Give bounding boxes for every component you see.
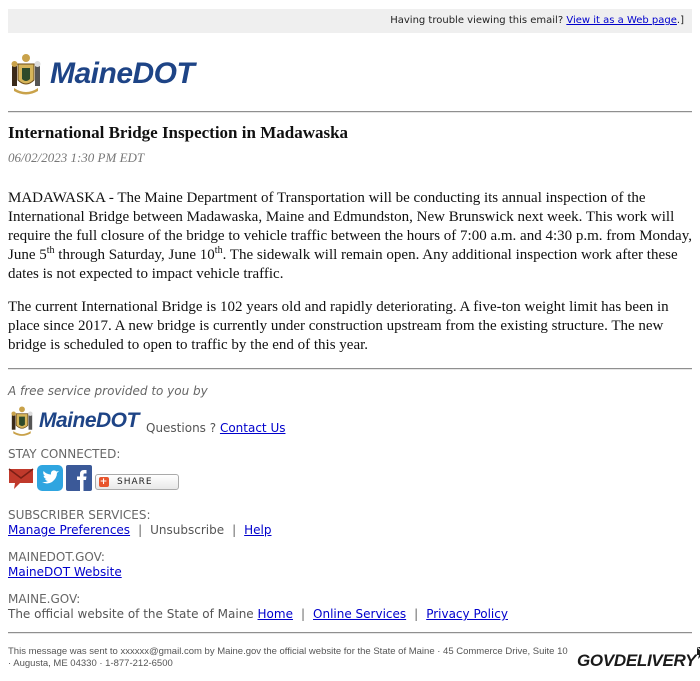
mainedot-wordmark: MaineDOT — [39, 409, 139, 432]
contact-us-link[interactable]: Contact Us — [220, 421, 286, 435]
questions-line: Questions ? Contact Us — [146, 421, 285, 435]
subscriber-services-label: SUBSCRIBER SERVICES: — [8, 508, 151, 522]
govdelivery-wordmark: GOVDELIVERY — [577, 651, 697, 670]
p1-superscript: th — [214, 245, 223, 256]
separator: | — [300, 607, 306, 621]
article-paragraph-2: The current International Bridge is 102 … — [8, 299, 669, 353]
unsubscribe-text[interactable]: Unsubscribe — [150, 523, 224, 537]
help-link[interactable]: Help — [244, 523, 271, 537]
questions-label: Questions ? — [146, 421, 217, 435]
maine-seal-icon — [8, 52, 44, 96]
article-date: 06/02/2023 1:30 PM EDT — [8, 150, 145, 165]
privacy-policy-link[interactable]: Privacy Policy — [426, 607, 508, 621]
trouble-viewing-notice: Having trouble viewing this email? View … — [390, 15, 684, 26]
facebook-icon[interactable] — [66, 465, 92, 491]
email-icon[interactable] — [8, 465, 34, 491]
mainedot-wordmark: MaineDOT — [50, 57, 195, 90]
maine-gov-label: MAINE.GOV: — [8, 592, 81, 606]
trouble-text: Having trouble viewing this email? — [390, 15, 564, 26]
manage-preferences-link[interactable]: Manage Preferences — [8, 523, 130, 537]
stay-connected-label: STAY CONNECTED: — [8, 447, 121, 461]
online-services-link[interactable]: Online Services — [313, 607, 406, 621]
plus-icon: + — [99, 477, 109, 487]
top-bar: Having trouble viewing this email? View … — [8, 9, 692, 33]
share-button[interactable]: + SHARE — [95, 474, 179, 490]
maine-seal-icon — [8, 405, 36, 437]
article-paragraph-1: MADAWASKA - The Maine Department of Tran… — [8, 189, 696, 284]
mainedot-header-logo[interactable]: MaineDOT — [8, 52, 195, 96]
divider — [8, 632, 692, 634]
p1-text-b: through Saturday, June 10 — [54, 247, 215, 263]
footer-mainedot-logo[interactable]: MaineDOT — [8, 405, 139, 437]
view-web-page-link[interactable]: View it as a Web page — [566, 15, 677, 26]
share-label: SHARE — [117, 477, 153, 487]
mainedot-website-link[interactable]: MaineDOT Website — [8, 565, 122, 579]
divider — [8, 111, 692, 113]
social-links: + SHARE — [8, 465, 179, 491]
trailing-bracket: .] — [676, 15, 684, 26]
mainedot-website-row: MaineDOT Website — [8, 565, 122, 579]
official-website-text: The official website of the State of Mai… — [8, 607, 254, 621]
sender-info: This message was sent to xxxxxx@gmail.co… — [8, 646, 568, 669]
separator: | — [138, 523, 143, 537]
home-link[interactable]: Home — [258, 607, 293, 621]
p1-superscript: th — [46, 245, 55, 256]
free-service-text: A free service provided to you by — [8, 384, 208, 398]
mainedot-gov-label: MAINEDOT.GOV: — [8, 550, 105, 564]
divider — [8, 368, 692, 370]
govdelivery-logo[interactable]: GOVDELIVERY — [577, 645, 700, 671]
maine-gov-links: The official website of the State of Mai… — [8, 607, 508, 621]
twitter-icon[interactable] — [37, 465, 63, 491]
separator: | — [232, 523, 237, 537]
subscriber-services-links: Manage Preferences | Unsubscribe | Help — [8, 523, 272, 537]
envelope-icon — [696, 645, 700, 664]
separator: | — [414, 607, 419, 621]
article-title: International Bridge Inspection in Madaw… — [8, 123, 349, 142]
